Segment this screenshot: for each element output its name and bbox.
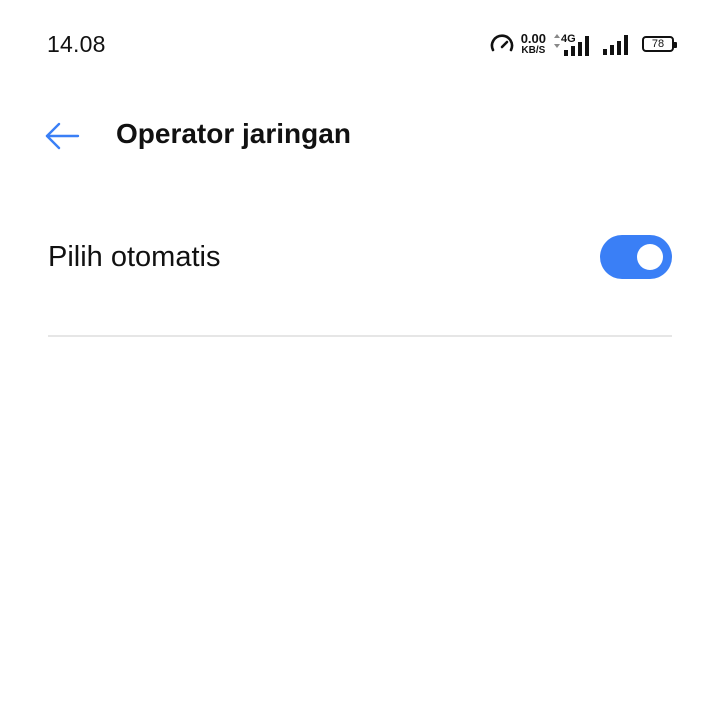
signal-4g: 4G (554, 32, 590, 56)
net-speed-unit: KB/S (521, 45, 546, 56)
back-button[interactable] (40, 114, 84, 158)
auto-select-toggle[interactable] (600, 235, 672, 279)
network-type-label: 4G (561, 33, 576, 45)
signal-bars-2-icon (603, 35, 628, 55)
back-arrow-icon (45, 122, 80, 150)
status-time: 14.08 (47, 31, 106, 57)
toggle-knob (637, 244, 663, 270)
header: Operator jaringan (0, 104, 720, 164)
status-icons: 0.00 KB/S 4G 78 (489, 30, 677, 58)
net-speed: 0.00 KB/S (521, 32, 546, 56)
setting-label: Pilih otomatis (48, 241, 221, 273)
net-speed-value: 0.00 (520, 31, 546, 46)
divider (48, 335, 672, 337)
battery-icon: 78 (642, 36, 677, 52)
setting-row-auto-select[interactable]: Pilih otomatis (48, 220, 672, 294)
status-bar: 14.08 0.00 KB/S 4G 78 (0, 0, 720, 88)
page-title: Operator jaringan (116, 118, 351, 149)
battery-level: 78 (651, 37, 665, 50)
speedometer-icon (490, 34, 513, 52)
data-arrows-icon (554, 34, 560, 48)
screen: 14.08 0.00 KB/S 4G 78 Operator jaringan … (0, 0, 720, 720)
